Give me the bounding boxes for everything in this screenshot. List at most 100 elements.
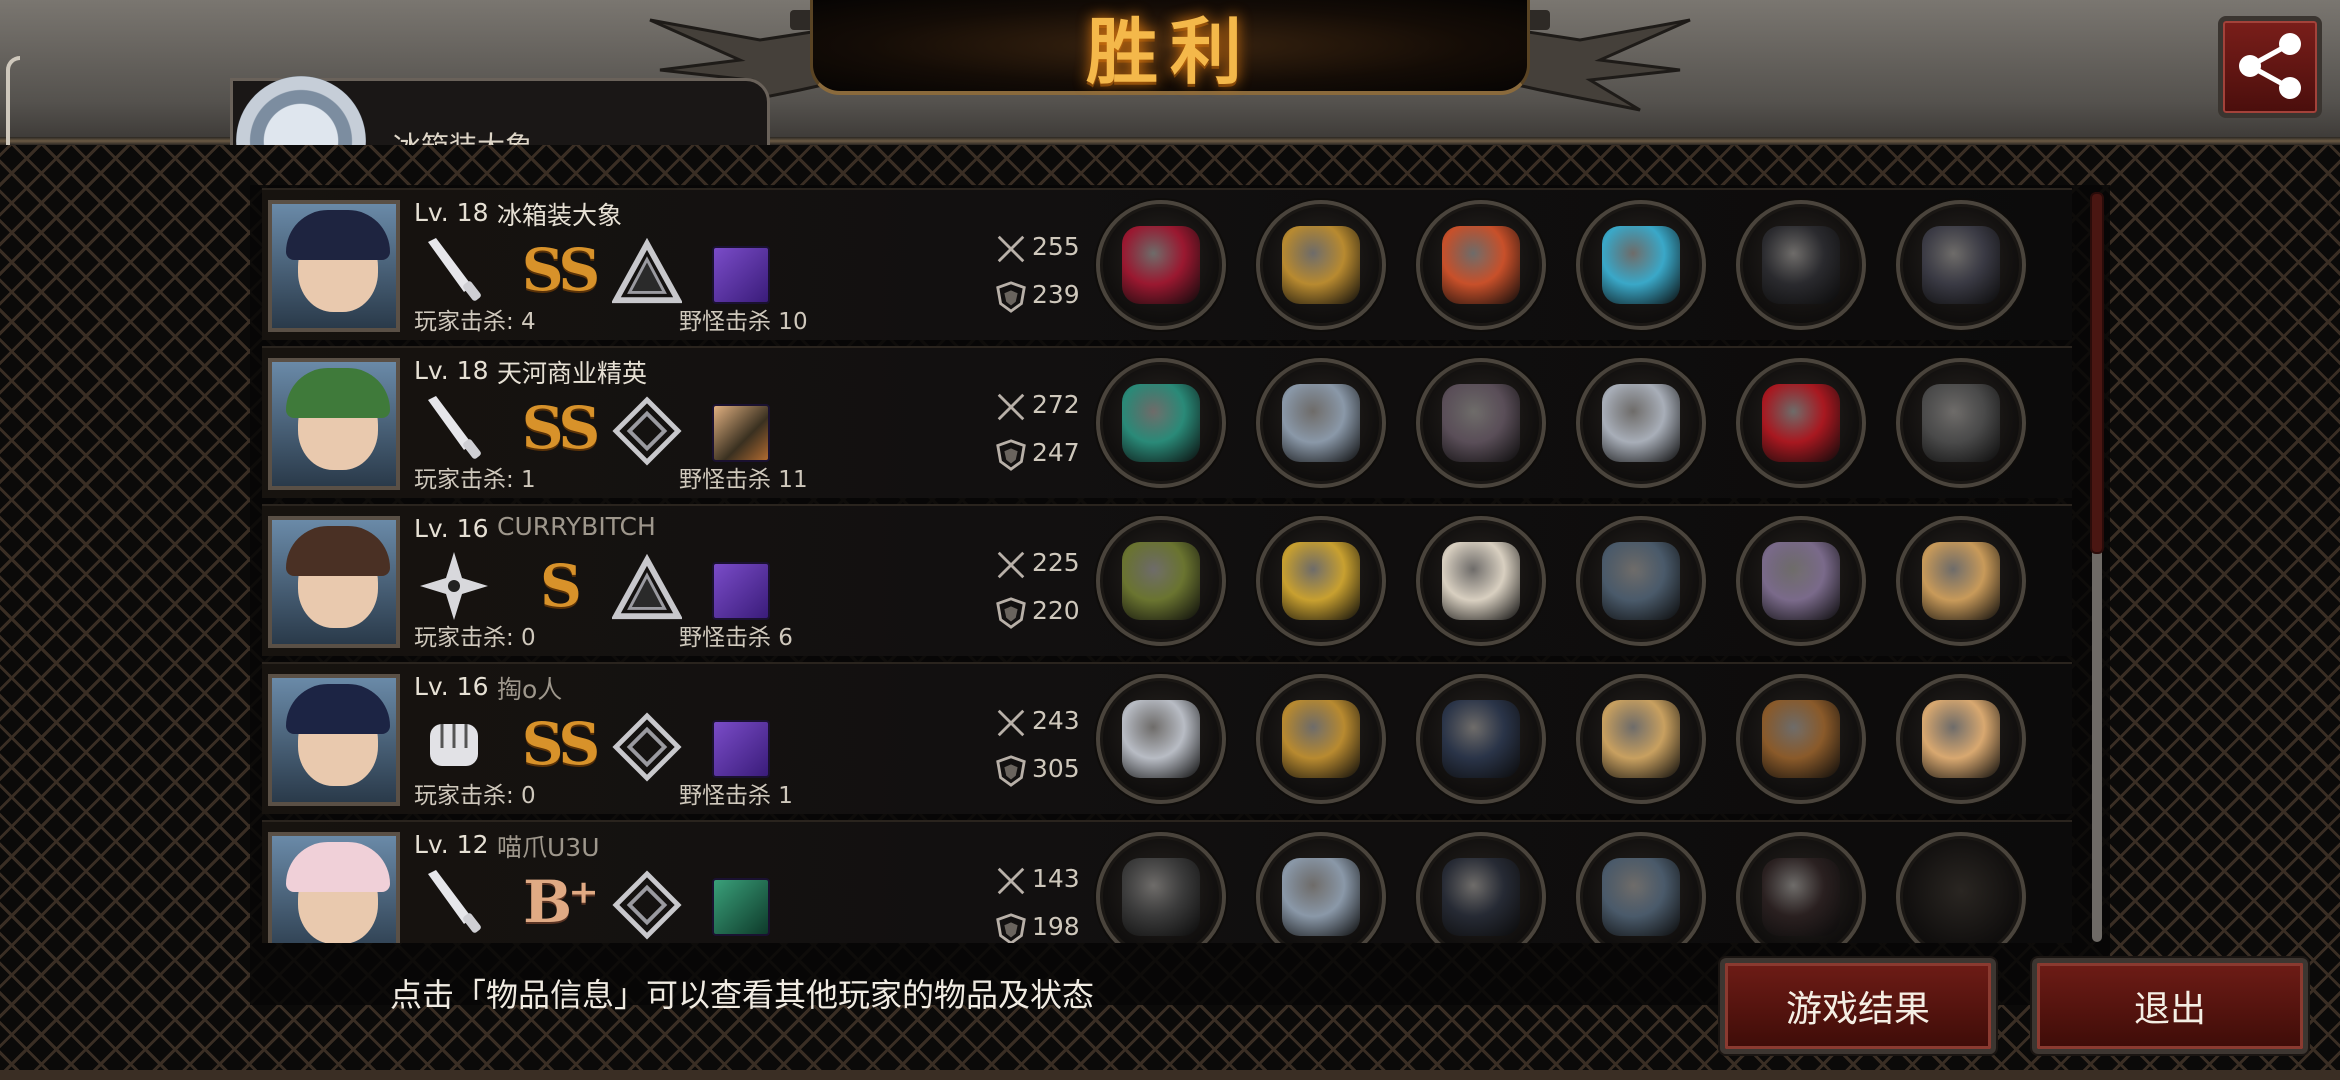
defense-stat — [994, 912, 1028, 943]
tier-slot — [612, 396, 682, 466]
gold-helmet-icon — [1282, 226, 1360, 304]
silver-helmet-icon — [1282, 858, 1360, 936]
shield-stat-icon — [996, 755, 1026, 787]
skill-icon[interactable] — [712, 878, 770, 936]
gold-helmet-icon — [1282, 700, 1360, 778]
defense-stat — [994, 754, 1028, 788]
monster-kills: 野怪击杀 6 — [679, 625, 793, 651]
player-row[interactable]: Lv. 12 喵爪U3U B⁺ 143 198 — [262, 820, 2072, 943]
equipment-slot[interactable] — [1416, 358, 1546, 488]
dark-armor-icon — [1442, 700, 1520, 778]
equipment-slot[interactable] — [1896, 358, 2026, 488]
crimson-sword-icon — [1122, 226, 1200, 304]
equipment-slot[interactable] — [1096, 516, 1226, 646]
tier-slot — [610, 553, 684, 620]
defense-value: 220 — [1032, 596, 1080, 625]
sword-stat-icon — [997, 867, 1025, 895]
equipment-slot[interactable] — [1736, 200, 1866, 330]
rank-badge: SS — [521, 710, 601, 778]
tier-slot — [610, 237, 684, 304]
equipment-slot[interactable] — [1896, 200, 2026, 330]
skill-icon[interactable] — [712, 404, 770, 462]
purple-boots-icon — [1762, 542, 1840, 620]
equipment-slot[interactable] — [1576, 358, 1706, 488]
monster-kills: 野怪击杀 11 — [679, 467, 808, 493]
defense-stat — [994, 438, 1028, 472]
equipment-slot[interactable] — [1416, 674, 1546, 804]
equipment-slot[interactable] — [1256, 516, 1386, 646]
equipment-slot[interactable] — [1096, 832, 1226, 943]
silver-helmet-icon — [1282, 384, 1360, 462]
equipment-slot[interactable] — [1736, 674, 1866, 804]
equipment-slot[interactable] — [1096, 674, 1226, 804]
equipment-slot[interactable] — [1256, 674, 1386, 804]
attack-value: 272 — [1032, 390, 1080, 419]
shield-stat-icon — [996, 597, 1026, 629]
equipment-slot[interactable] — [1576, 516, 1706, 646]
knife-icon — [428, 238, 481, 301]
attack-stat — [994, 390, 1028, 424]
equipment-slot[interactable] — [1576, 832, 1706, 943]
equipment-slot[interactable] — [1416, 200, 1546, 330]
player-name: 天河商业精英 — [497, 359, 648, 388]
scrollbar-thumb[interactable] — [2090, 192, 2104, 554]
equipment-slot[interactable] — [1736, 516, 1866, 646]
game-result-button[interactable]: 游戏结果 — [1720, 958, 1996, 1054]
equipment-slot[interactable] — [1256, 200, 1386, 330]
equipment-slot[interactable] — [1736, 832, 1866, 943]
weapon-slot — [418, 550, 490, 622]
sword-stat-icon — [997, 393, 1025, 421]
title-plate: 胜利 — [810, 0, 1530, 95]
player-name: CURRYBITCH — [497, 512, 656, 541]
equipment-slot[interactable] — [1096, 358, 1226, 488]
player-portrait[interactable] — [268, 832, 400, 943]
scythe-icon — [1122, 858, 1200, 936]
red-heels-icon — [1762, 384, 1840, 462]
player-row[interactable]: Lv. 18 冰箱装大象 SS 玩家击杀: 4 野怪击杀 10 255 239 — [262, 188, 2072, 340]
player-level: Lv. 18 — [414, 356, 489, 385]
player-row[interactable]: Lv. 16 CURRYBITCH S 玩家击杀: 0 野怪击杀 6 225 220 — [262, 504, 2072, 656]
player-portrait[interactable] — [268, 358, 400, 490]
equipment-slot[interactable] — [1416, 516, 1546, 646]
equipment-slot[interactable] — [1416, 832, 1546, 943]
equipment-slot[interactable] — [1896, 516, 2026, 646]
player-portrait[interactable] — [268, 516, 400, 648]
skill-icon[interactable] — [712, 720, 770, 778]
equipment-slot[interactable] — [1256, 832, 1386, 943]
equipment-slot[interactable] — [1576, 674, 1706, 804]
player-portrait[interactable] — [268, 200, 400, 332]
player-portrait[interactable] — [268, 674, 400, 806]
weapon-slot — [418, 392, 490, 464]
skill-icon[interactable] — [712, 562, 770, 620]
equipment-slot[interactable] — [1576, 200, 1706, 330]
exit-button[interactable]: 退出 — [2032, 958, 2308, 1054]
equipment-slot[interactable] — [1896, 832, 2026, 943]
attack-value: 243 — [1032, 706, 1080, 735]
shield-bracer-icon — [1602, 700, 1680, 778]
attack-value: 143 — [1032, 864, 1080, 893]
box-icon — [1922, 542, 2000, 620]
sword-stat-icon — [997, 551, 1025, 579]
weapon-slot — [418, 708, 490, 780]
bottom-border — [0, 1070, 2340, 1080]
player-result-list[interactable]: Lv. 18 冰箱装大象 SS 玩家击杀: 4 野怪击杀 10 255 239 Lv. 18 天… — [262, 188, 2072, 943]
defense-stat — [994, 596, 1028, 630]
skill-icon[interactable] — [712, 246, 770, 304]
player-row[interactable]: Lv. 16 掏o人 SS 玩家击杀: 0 野怪击杀 1 243 305 — [262, 662, 2072, 814]
equipment-slot[interactable] — [1256, 358, 1386, 488]
shield-stat-icon — [996, 913, 1026, 943]
player-kills: 玩家击杀: 4 — [414, 309, 536, 335]
player-row[interactable]: Lv. 18 天河商业精英 SS 玩家击杀: 1 野怪击杀 11 272 247 — [262, 346, 2072, 498]
black-flag-icon — [1922, 226, 2000, 304]
hint-text: 点击「物品信息」可以查看其他玩家的物品及状态 — [390, 976, 1095, 1014]
player-level: Lv. 18 — [414, 198, 489, 227]
shuriken-icon — [420, 552, 488, 620]
fist-icon — [430, 724, 478, 766]
equipment-slot[interactable] — [1096, 200, 1226, 330]
equipment-slot[interactable] — [1896, 674, 2026, 804]
weapon-slot — [418, 234, 490, 306]
triangle-emblem-icon — [610, 553, 684, 620]
equipment-slot[interactable] — [1736, 358, 1866, 488]
share-button[interactable] — [2218, 16, 2322, 118]
defense-value: 305 — [1032, 754, 1080, 783]
